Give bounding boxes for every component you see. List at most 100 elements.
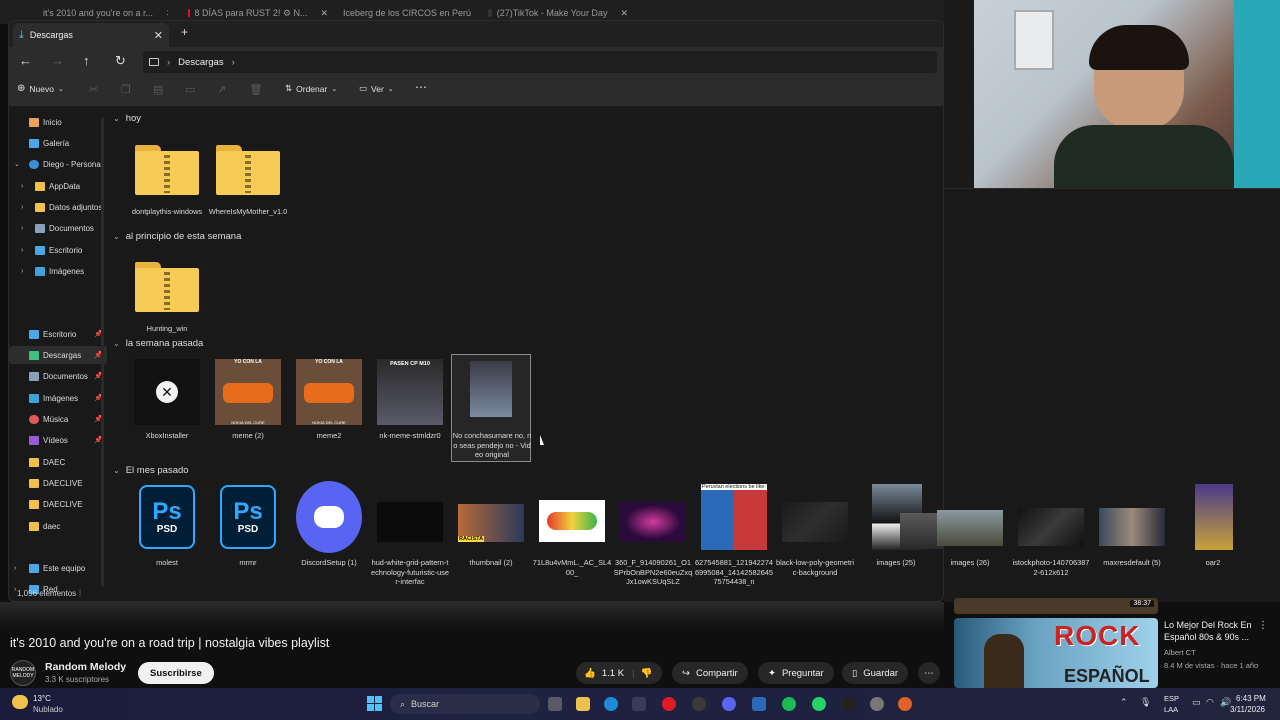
more-options-button[interactable]: ⋯ xyxy=(415,80,427,94)
sidebar-item-images[interactable]: › Imágenes xyxy=(9,262,107,280)
task-view-icon[interactable] xyxy=(548,697,562,711)
delete-button[interactable]: 🗑 xyxy=(249,83,263,96)
windows-start-icon[interactable] xyxy=(367,696,382,711)
firefox-icon[interactable] xyxy=(898,697,912,711)
sidebar-item-quick-documents[interactable]: Documentos 📌 xyxy=(9,367,107,385)
file-item[interactable]: oar2 xyxy=(1173,484,1253,594)
sidebar-item-appdata[interactable]: › AppData xyxy=(9,177,107,195)
file-item[interactable]: WhereIsMyMother_v1.0 xyxy=(208,133,288,243)
file-item[interactable]: DiscordSetup (1) xyxy=(289,481,369,594)
file-item[interactable]: Peruvian elections be like: 627545881_12… xyxy=(694,484,774,594)
sidebar-item-attachments[interactable]: › Datos adjuntos xyxy=(9,198,107,216)
weather-icon[interactable] xyxy=(12,695,28,709)
close-icon[interactable]: ✕ xyxy=(320,8,328,19)
file-item[interactable]: images (26) xyxy=(930,484,1010,594)
address-field[interactable]: › Descargas › xyxy=(143,51,937,73)
sidebar-scrollbar[interactable] xyxy=(101,117,104,587)
close-icon[interactable]: ✕ xyxy=(154,29,163,42)
thumbs-down-icon[interactable]: 👎 xyxy=(641,668,653,679)
file-item[interactable]: Ps PSD molest xyxy=(127,484,207,594)
file-explorer-taskbar-icon[interactable] xyxy=(576,697,590,711)
address-segment[interactable]: Descargas xyxy=(178,57,223,68)
file-item[interactable]: 71L8u4vMmL._AC_SL400_ xyxy=(532,484,612,594)
file-item[interactable]: Ps PSD mrmr xyxy=(208,484,288,594)
explorer-tab[interactable]: ⤓ Descargas ✕ xyxy=(13,23,169,47)
sidebar-item-home[interactable]: Inicio xyxy=(9,113,107,131)
sidebar-item-quick-music[interactable]: Música 📌 xyxy=(9,410,107,428)
sidebar-item-quick-videos[interactable]: Vídeos 📌 xyxy=(9,431,107,449)
recommended-video-thumbnail[interactable]: ROCK ESPAÑOL xyxy=(954,618,1158,688)
sidebar-item-daec-lower[interactable]: daec xyxy=(9,517,107,535)
group-header-last-month[interactable]: ⌄ El mes pasado xyxy=(113,465,189,476)
capcut-icon[interactable] xyxy=(842,697,856,711)
file-item-selected[interactable]: No conchasumare no, no seas pendejo no -… xyxy=(451,354,531,462)
weather-desc[interactable]: Nublado xyxy=(33,705,63,714)
file-item[interactable]: black-low-poly-geometric-background xyxy=(775,484,855,594)
sidebar-item-quick-desktop[interactable]: Escritorio 📌 xyxy=(9,325,107,343)
file-item[interactable]: RACISTA thumbnail (2) xyxy=(451,484,531,594)
file-item[interactable]: maxresdefault (5) xyxy=(1092,484,1172,594)
paste-button[interactable]: ▤ xyxy=(153,83,163,96)
share-button[interactable]: ↪ Compartir xyxy=(672,662,748,684)
clock-date[interactable]: 3/11/2026 xyxy=(1230,705,1265,714)
recommended-video-author[interactable]: Albert CT xyxy=(1164,648,1196,657)
display-icon[interactable]: ▭ xyxy=(1192,697,1201,708)
file-item[interactable]: YO CON LA NOKIA DEL CURE meme (2) xyxy=(208,357,288,457)
rename-button[interactable]: ▭ xyxy=(185,83,195,96)
file-item[interactable]: dontplaythis-windows xyxy=(127,133,207,243)
spotify-icon[interactable] xyxy=(782,697,796,711)
channel-name[interactable]: Random Melody xyxy=(45,661,126,673)
view-button[interactable]: ▭ Ver ⌄ xyxy=(359,83,394,94)
close-icon[interactable]: ✕ xyxy=(620,8,628,19)
language-indicator[interactable]: ESP xyxy=(1164,694,1179,703)
sort-button[interactable]: ⇅ Ordenar ⌄ xyxy=(285,83,337,94)
sidebar-item-quick-downloads[interactable]: Descargas 📌 xyxy=(9,346,107,364)
taskbar-search[interactable]: ⌕ Buscar xyxy=(390,694,540,714)
opera-icon[interactable] xyxy=(662,697,676,711)
file-item[interactable]: hud-white-grid-pattern-technology-futuri… xyxy=(370,484,450,594)
sidebar-item-personal[interactable]: ⌄ Diego - Personal xyxy=(9,155,107,173)
new-button[interactable]: ⊕ Nuevo ⌄ xyxy=(17,83,64,94)
up-button[interactable]: ↑ xyxy=(83,53,90,68)
clock-time[interactable]: 6:43 PM xyxy=(1236,694,1266,703)
obs-icon[interactable] xyxy=(692,697,706,711)
ask-button[interactable]: ✦ Preguntar xyxy=(758,662,834,684)
file-item[interactable]: Hunting_win xyxy=(127,250,207,350)
sidebar-item-this-pc[interactable]: › Este equipo xyxy=(9,559,107,577)
sidebar-item-daeclive[interactable]: DAECLIVE xyxy=(9,474,107,492)
like-count[interactable]: 1.1 K xyxy=(596,668,624,679)
cut-button[interactable]: ✂ xyxy=(89,83,98,96)
group-header-today[interactable]: ⌄ hoy xyxy=(113,113,141,124)
thumbs-up-icon[interactable]: 👍 xyxy=(576,668,596,679)
wifi-icon[interactable]: ◠ xyxy=(1206,697,1214,708)
channel-avatar[interactable]: RANDOM MELODY xyxy=(10,660,36,686)
close-icon[interactable]: ✕ xyxy=(166,8,168,19)
mic-icon[interactable]: 🎙 xyxy=(1140,697,1151,708)
edge-icon[interactable] xyxy=(604,697,618,711)
chevron-up-icon[interactable]: ⌃ xyxy=(1120,697,1128,708)
save-button[interactable]: ▯ Guardar xyxy=(842,662,909,684)
more-actions-button[interactable]: ⋯ xyxy=(918,662,940,684)
sidebar-item-daeclive-2[interactable]: DAECLIVE xyxy=(9,495,107,513)
app-icon[interactable] xyxy=(870,697,884,711)
file-item[interactable]: 360_F_914090261_O1SPrbOnBPN2e60euZxqJx1o… xyxy=(613,484,693,594)
subscribe-button[interactable]: Suscribirse xyxy=(138,662,214,684)
sidebar-item-desktop[interactable]: › Escritorio xyxy=(9,241,107,259)
sidebar-item-daec[interactable]: DAEC xyxy=(9,453,107,471)
file-item[interactable]: ✕ XboxInstaller xyxy=(127,357,207,457)
sidebar-item-gallery[interactable]: Galería xyxy=(9,134,107,152)
keyboard-layout[interactable]: LAA xyxy=(1164,705,1178,714)
recommended-video-title[interactable]: Lo Mejor Del Rock En Español 80s & 90s .… xyxy=(1164,619,1264,643)
app-icon[interactable] xyxy=(752,697,766,711)
file-item[interactable]: istockphoto-1407063872-612x612 xyxy=(1011,484,1091,594)
sidebar-item-documents[interactable]: › Documentos xyxy=(9,219,107,237)
forward-button[interactable]: → xyxy=(51,53,64,68)
kebab-menu-icon[interactable]: ⋮ xyxy=(1258,620,1268,631)
sidebar-item-quick-images[interactable]: Imágenes 📌 xyxy=(9,389,107,407)
share-button[interactable]: ↗ xyxy=(217,83,226,96)
previous-recommendation-thumb[interactable]: 38:37 xyxy=(954,598,1158,614)
file-item[interactable]: PASEN CP M10 nk-meme-stmldzr0 xyxy=(370,357,450,457)
copy-button[interactable]: ❐ xyxy=(121,83,131,96)
store-icon[interactable] xyxy=(632,697,646,711)
weather-temp[interactable]: 13°C xyxy=(33,694,51,703)
